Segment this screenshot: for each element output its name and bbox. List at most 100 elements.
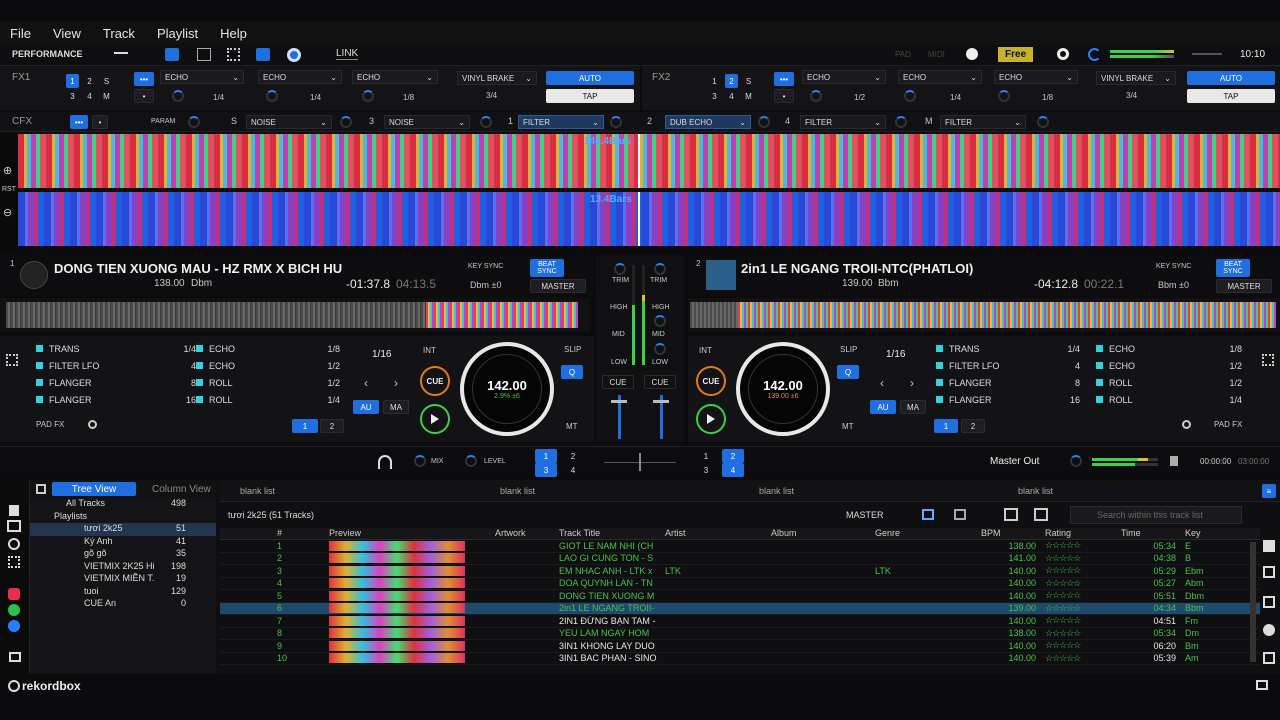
cross-assign-b3[interactable]: 3 [695, 463, 717, 477]
deck1-pad-6[interactable]: ECHO 1/2 [196, 357, 340, 374]
deck1-int-select[interactable]: INT [423, 346, 436, 355]
sampler-icon[interactable] [1263, 652, 1275, 664]
window-mode-icon[interactable] [1256, 680, 1268, 690]
tree-toolbar-icon[interactable] [36, 484, 46, 494]
grid-browser-icon[interactable] [8, 556, 20, 568]
deck1-page-2[interactable]: 2 [320, 419, 344, 433]
table-row[interactable]: 7 2IN1 ĐỪNG BẠN TAM - 140.00 ☆☆☆☆☆ 04:51 Fm [220, 615, 1260, 628]
cross-assign-b1[interactable]: 1 [695, 449, 717, 463]
table-row[interactable]: 3 EM NHAC ANH - LTK x LTK LTK 140.00 ☆☆☆☆☆ 05:… [220, 565, 1260, 578]
deck2-pad-1[interactable]: TRANS 1/4 [936, 340, 1080, 357]
deck1-pad-2[interactable]: FILTER LFO 4 [36, 357, 196, 374]
tree-item-playlist[interactable]: Ký Anh 41 [30, 536, 216, 549]
fx1-assign-3[interactable]: 3 [66, 89, 79, 103]
deck1-pad-1[interactable]: TRANS 1/4 [36, 340, 196, 357]
playlist-icon[interactable] [7, 520, 21, 532]
table-row[interactable]: 9 3IN1 KHONG LAY DUO 140.00 ☆☆☆☆☆ 06:20 Bm [220, 640, 1260, 653]
zoom-in-icon[interactable]: ⊕ [3, 164, 12, 177]
deck2-manual-loop[interactable]: MA [900, 400, 926, 414]
deck2-pad-7[interactable]: ROLL 1/2 [1096, 374, 1242, 391]
tag-icon[interactable] [1263, 540, 1275, 552]
deck2-play-button[interactable] [696, 404, 726, 434]
fx2-assign-s[interactable]: S [742, 74, 755, 88]
col-time[interactable]: Time [1118, 528, 1182, 539]
deck1-overview-waveform[interactable] [0, 298, 590, 332]
row-preview-waveform[interactable] [329, 615, 465, 626]
col-artwork[interactable]: Artwork [492, 528, 556, 539]
tree-item-playlist-selected[interactable]: tươi 2k25 51 [30, 523, 216, 536]
deck1-quantize-button[interactable]: Q [561, 365, 583, 379]
list-tab-3[interactable]: blank list [759, 486, 794, 496]
list-tab-4[interactable]: blank list [1018, 486, 1053, 496]
deck2-waveform[interactable]: 13.4Bars [18, 192, 1280, 246]
cross-assign-2[interactable]: 2 [562, 449, 584, 463]
tree-item-playlist[interactable]: tuoi 129 [30, 586, 216, 599]
tree-item-playlist[interactable]: CUE An 0 [30, 598, 216, 611]
deck2-master-tempo[interactable]: MT [842, 422, 854, 431]
fx2-single-button[interactable]: • [774, 89, 794, 103]
deck1-pad-fx-settings-icon[interactable] [88, 420, 97, 429]
cross-assign-1[interactable]: 1 [535, 449, 557, 463]
ch2-headphone-cue[interactable]: CUE [644, 375, 676, 389]
cfx-slot-1-knob[interactable] [610, 116, 622, 128]
column-view-tab[interactable]: Column View [152, 484, 211, 495]
record-icon[interactable] [287, 48, 301, 62]
headphone-level-knob[interactable] [465, 455, 477, 467]
pad-button[interactable]: PAD [895, 50, 911, 59]
cfx-slot-3-select[interactable]: NOISE ⌄ [384, 115, 470, 129]
menu-playlist[interactable]: Playlist [157, 26, 198, 41]
list-tab-2[interactable]: blank list [500, 486, 535, 496]
master-out-knob[interactable] [1070, 455, 1082, 467]
fx2-slot1-knob[interactable] [810, 90, 822, 102]
deck2-pad-5[interactable]: ECHO 1/8 [1096, 340, 1242, 357]
list-compact-icon[interactable] [954, 509, 966, 520]
zoom-reset-button[interactable]: RST [2, 186, 16, 193]
deck2-pad-2[interactable]: FILTER LFO 4 [936, 357, 1080, 374]
deck2-quantize-button[interactable]: Q [837, 365, 859, 379]
fx2-assign-2[interactable]: 2 [725, 74, 738, 88]
fx2-slot1-select[interactable]: ECHO ⌄ [802, 70, 886, 84]
fx2-slot3-knob[interactable] [998, 90, 1010, 102]
cross-assign-b2[interactable]: 2 [722, 449, 744, 463]
collection-icon[interactable] [9, 505, 19, 516]
cfx-slot-4-select[interactable]: FILTER ⌄ [800, 115, 886, 129]
fx1-slot2-knob[interactable] [266, 90, 278, 102]
table-row[interactable]: 4 DOA QUYNH LAN - TN 140.00 ☆☆☆☆☆ 05:27 Abm [220, 578, 1260, 590]
cfx-multi-button[interactable]: ••• [70, 115, 88, 129]
col-artist[interactable]: Artist [662, 528, 768, 539]
deck2-key-adjust[interactable]: Bbm ±0 [1158, 280, 1189, 290]
ch1-fader-cap[interactable] [611, 400, 627, 403]
row-preview-waveform[interactable] [329, 628, 465, 639]
row-preview-waveform[interactable] [329, 640, 465, 651]
deck1-key-adjust[interactable]: Dbm ±0 [470, 280, 501, 290]
ch2-high-knob[interactable] [654, 315, 666, 327]
cfx-slot-m-select[interactable]: FILTER ⌄ [940, 115, 1026, 129]
deck2-pad-8[interactable]: ROLL 1/4 [1096, 391, 1242, 408]
split-icon[interactable] [1034, 508, 1048, 521]
fx1-assign-s[interactable]: S [100, 74, 113, 88]
row-preview-waveform[interactable] [329, 653, 465, 664]
cfx-slot-2-knob[interactable] [758, 116, 770, 128]
col-preview[interactable]: Preview [326, 528, 492, 539]
table-row[interactable]: 5 DONG TIEN XUONG M 140.00 ☆☆☆☆☆ 05:51 Dbm [220, 590, 1260, 603]
columns-icon[interactable] [1004, 508, 1018, 521]
deck1-pad-fx-select[interactable]: PAD FX [36, 420, 64, 429]
deck1-master-tempo[interactable]: MT [566, 422, 578, 431]
cfx-slot-4-knob[interactable] [895, 116, 907, 128]
deck2-beat-sync[interactable]: BEAT SYNC [1216, 259, 1250, 277]
menu-view[interactable]: View [53, 26, 81, 41]
mixer-panel-icon[interactable] [197, 48, 211, 61]
deck2-jog-wheel[interactable]: 142.00 139.00 ±6 [736, 342, 830, 436]
fx2-assign-m[interactable]: M [742, 89, 755, 103]
deck1-auto-loop[interactable]: AU [353, 400, 379, 414]
list-master-select[interactable]: MASTER [846, 510, 884, 520]
midi-button[interactable]: MIDI [928, 50, 945, 59]
cfx-slot-s-knob[interactable] [340, 116, 352, 128]
lock-icon[interactable] [1170, 456, 1178, 466]
deck2-overview-waveform[interactable] [688, 298, 1280, 332]
fx-panel-icon[interactable] [165, 48, 179, 61]
cloud-icon[interactable] [8, 620, 20, 632]
fx2-assign-3[interactable]: 3 [708, 89, 721, 103]
fx2-assign-4[interactable]: 4 [725, 89, 738, 103]
fx2-assign-1[interactable]: 1 [708, 74, 721, 88]
